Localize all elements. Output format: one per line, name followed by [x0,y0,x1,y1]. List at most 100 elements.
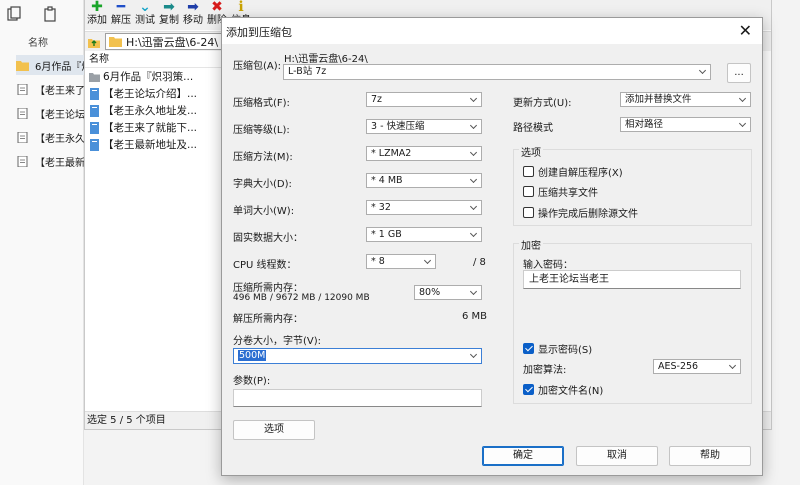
volume-combo[interactable]: 500M [233,348,482,364]
params-input[interactable] [233,389,482,407]
help-button[interactable]: 帮助 [669,446,751,466]
test-button[interactable]: ⌄ 测试 [133,0,157,27]
threads-max: / 8 [473,257,486,268]
list-item[interactable]: 6月作品『炽羽策... [85,68,225,85]
address-text: H:\迅雷云盘\6-24\ [126,35,219,49]
sfx-checkbox[interactable]: 创建自解压程序(X) [523,164,623,179]
list-item-label: 【老王来了就能下... [103,122,198,134]
file-icon [90,104,99,117]
format-select[interactable]: 7z [366,92,482,107]
add-to-archive-dialog: 添加到压缩包 ✕ 压缩包(A): H:\迅雷云盘\6-24\ L-B站 7z .… [221,17,763,476]
info-icon: ℹ [238,0,244,15]
explorer-row[interactable]: 【老王论坛 [16,103,84,123]
zip-file-list: 名称 6月作品『炽羽策... 【老王论坛介绍】... 【老王永久地址发... 【… [85,52,225,411]
ok-button[interactable]: 确定 [482,446,564,466]
word-size-label: 单词大小(W): [233,206,295,217]
chevron-down-icon [469,174,479,187]
enc-method-label: 加密算法: [523,365,567,376]
chevron-down-icon [698,65,708,78]
mem-comp-detail: 496 MB / 9672 MB / 12090 MB [233,293,370,303]
list-item[interactable]: 【老王永久地址发... [85,102,225,119]
chevron-down-icon [469,228,479,241]
list-item[interactable]: 【老王论坛介绍】... [85,85,225,102]
paste-icon[interactable] [42,6,58,22]
path-mode-label: 路径模式 [513,123,553,134]
method-label: 压缩方法(M): [233,152,293,163]
mem-percent-select[interactable]: 80% [414,285,482,300]
checkbox-checked [523,384,534,395]
close-icon[interactable]: ✕ [739,21,752,40]
chevron-down-icon [738,93,748,106]
move-button[interactable]: ➡ 移动 [181,0,205,27]
explorer-window: 名称 6月作品『炽 【老王来了 【老王论坛 【老王永久 【老王最新 [0,0,84,485]
cancel-button[interactable]: 取消 [576,446,658,466]
volume-label: 分卷大小，字节(V): [233,336,322,347]
explorer-column-name[interactable]: 名称 [28,34,48,49]
chevron-down-icon [469,147,479,160]
options-button[interactable]: 选项 [233,420,315,440]
enc-method-select[interactable]: AES-256 [653,359,741,374]
chevron-down-icon [469,349,479,362]
params-label: 参数(P): [233,376,271,387]
dialog-titlebar: 添加到压缩包 ✕ [222,18,762,44]
explorer-row[interactable]: 6月作品『炽 [16,55,84,75]
explorer-row-label: 【老王来了 [35,85,84,97]
check-icon: ⌄ [139,0,151,15]
document-icon [17,131,28,143]
extract-button[interactable]: ━ 解压 [109,0,133,27]
add-button[interactable]: ✚ 添加 [85,0,109,27]
threads-select[interactable]: * 8 [366,254,436,269]
chevron-down-icon [423,255,433,268]
folder-icon [16,60,29,71]
mem-decomp-value: 6 MB [462,311,488,322]
password-input[interactable]: 上老王论坛当老王 [523,270,741,289]
plus-icon: ✚ [91,0,103,15]
show-password-checkbox[interactable]: 显示密码(S) [523,341,592,356]
archive-name-combo[interactable]: L-B站 7z [283,64,711,80]
chevron-down-icon [728,360,738,373]
mem-decomp-label: 解压所需内存： [233,314,303,325]
list-item-label: 【老王最新地址及... [103,139,198,151]
shared-files-checkbox[interactable]: 压缩共享文件 [523,184,598,199]
folder-icon [109,37,122,47]
level-label: 压缩等级(L): [233,125,290,136]
encryption-group-title: 加密 [519,237,543,252]
browse-button[interactable]: ... [727,63,751,83]
level-select[interactable]: 3 - 快速压缩 [366,119,482,134]
list-item[interactable]: 【老王来了就能下... [85,119,225,136]
explorer-row[interactable]: 【老王最新 [16,151,84,171]
minus-icon: ━ [116,0,126,15]
explorer-row[interactable]: 【老王永久 [16,127,84,147]
archive-label: 压缩包(A): [233,61,282,72]
explorer-row-label: 【老王永久 [35,133,84,145]
column-header-name[interactable]: 名称 [85,52,225,68]
encrypt-names-checkbox[interactable]: 加密文件名(N) [523,382,603,397]
copy-icon[interactable] [6,6,22,22]
explorer-row-label: 【老王最新 [35,157,84,169]
explorer-row-label: 【老王论坛 [35,109,84,121]
update-select[interactable]: 添加并替换文件 [620,92,751,107]
method-select[interactable]: * LZMA2 [366,146,482,161]
mem-comp-label: 压缩所需内存： [233,283,303,294]
path-mode-select[interactable]: 相对路径 [620,117,751,132]
explorer-row[interactable]: 【老王来了 [16,79,84,99]
file-icon [90,87,99,100]
address-input[interactable]: H:\迅雷云盘\6-24\ [105,33,235,50]
move-arrow-icon: ➡ [187,0,199,15]
threads-label: CPU 线程数： [233,260,297,271]
word-size-select[interactable]: * 32 [366,200,482,215]
up-folder-icon[interactable] [87,35,101,49]
chevron-down-icon [738,118,748,131]
delete-after-checkbox[interactable]: 操作完成后删除源文件 [523,205,638,220]
solid-block-label: 固实数据大小： [233,233,303,244]
checkbox-box [523,166,534,177]
dictionary-select[interactable]: * 4 MB [366,173,482,188]
format-label: 压缩格式(F): [233,98,290,109]
copy-button[interactable]: ➡ 复制 [157,0,181,27]
solid-block-select[interactable]: * 1 GB [366,227,482,242]
document-icon [17,107,28,119]
delete-x-icon: ✖ [211,0,223,15]
archive-name-value: L-B站 7z [288,66,327,77]
copy-arrow-icon: ➡ [163,0,175,15]
list-item[interactable]: 【老王最新地址及... [85,136,225,153]
